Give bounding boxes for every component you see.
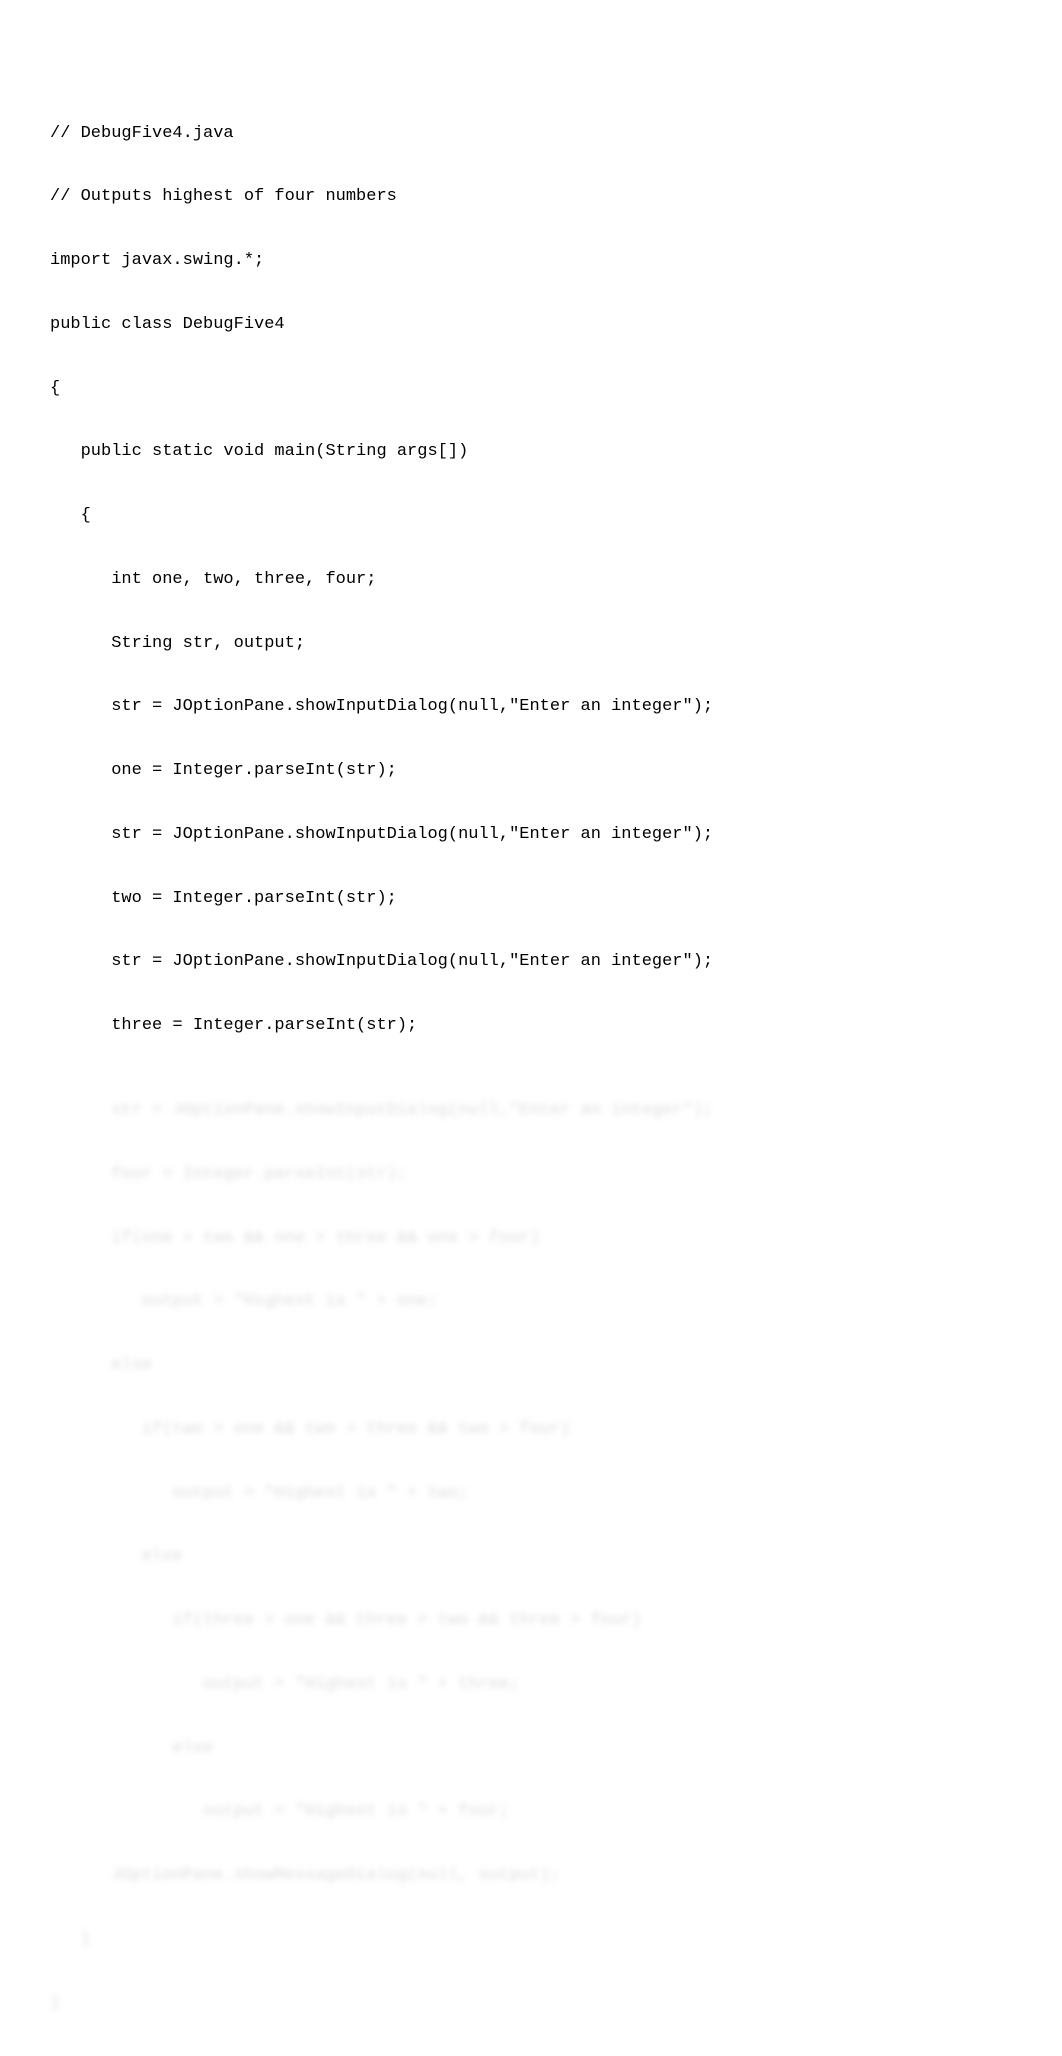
- code-line: int one, two, three, four;: [50, 569, 1012, 590]
- code-line: three = Integer.parseInt(str);: [50, 1015, 1012, 1036]
- obscured-code-line: }: [50, 1993, 1012, 2014]
- obscured-code-line: output = "Highest is " + one;: [50, 1291, 1012, 1312]
- code-line: {: [50, 378, 1012, 399]
- code-line: one = Integer.parseInt(str);: [50, 760, 1012, 781]
- obscured-code-line: str = JOptionPane.showInputDialog(null,"…: [50, 1100, 1012, 1121]
- obscured-code-line: output = "Highest is " + four;: [50, 1801, 1012, 1822]
- code-line: public class DebugFive4: [50, 314, 1012, 335]
- code-line: two = Integer.parseInt(str);: [50, 888, 1012, 909]
- obscured-code-line: JOptionPane.showMessageDialog(null, outp…: [50, 1865, 1012, 1886]
- code-line: str = JOptionPane.showInputDialog(null,"…: [50, 951, 1012, 972]
- obscured-code-line: if(three > one && three > two && three >…: [50, 1610, 1012, 1631]
- code-line: public static void main(String args[]): [50, 441, 1012, 462]
- code-line: // DebugFive4.java: [50, 123, 1012, 144]
- obscured-code-line: output = "Highest is " + two;: [50, 1483, 1012, 1504]
- obscured-code-line: if(one > two && one > three && one > fou…: [50, 1228, 1012, 1249]
- obscured-code-line: else: [50, 1738, 1012, 1759]
- code-block: // DebugFive4.java // Outputs highest of…: [50, 80, 1012, 2056]
- obscured-code-line: four = Integer.parseInt(str);: [50, 1164, 1012, 1185]
- code-line: // Outputs highest of four numbers: [50, 186, 1012, 207]
- code-line: import javax.swing.*;: [50, 250, 1012, 271]
- obscured-code-line: if(two > one && two > three && two > fou…: [50, 1419, 1012, 1440]
- obscured-code-line: }: [50, 1929, 1012, 1950]
- code-line: str = JOptionPane.showInputDialog(null,"…: [50, 824, 1012, 845]
- obscured-code-line: else: [50, 1355, 1012, 1376]
- obscured-code-line: output = "Highest is " + three;: [50, 1674, 1012, 1695]
- code-line: String str, output;: [50, 633, 1012, 654]
- code-line: str = JOptionPane.showInputDialog(null,"…: [50, 696, 1012, 717]
- code-line: {: [50, 505, 1012, 526]
- document-page: // DebugFive4.java // Outputs highest of…: [0, 0, 1062, 1506]
- obscured-code-line: else: [50, 1546, 1012, 1567]
